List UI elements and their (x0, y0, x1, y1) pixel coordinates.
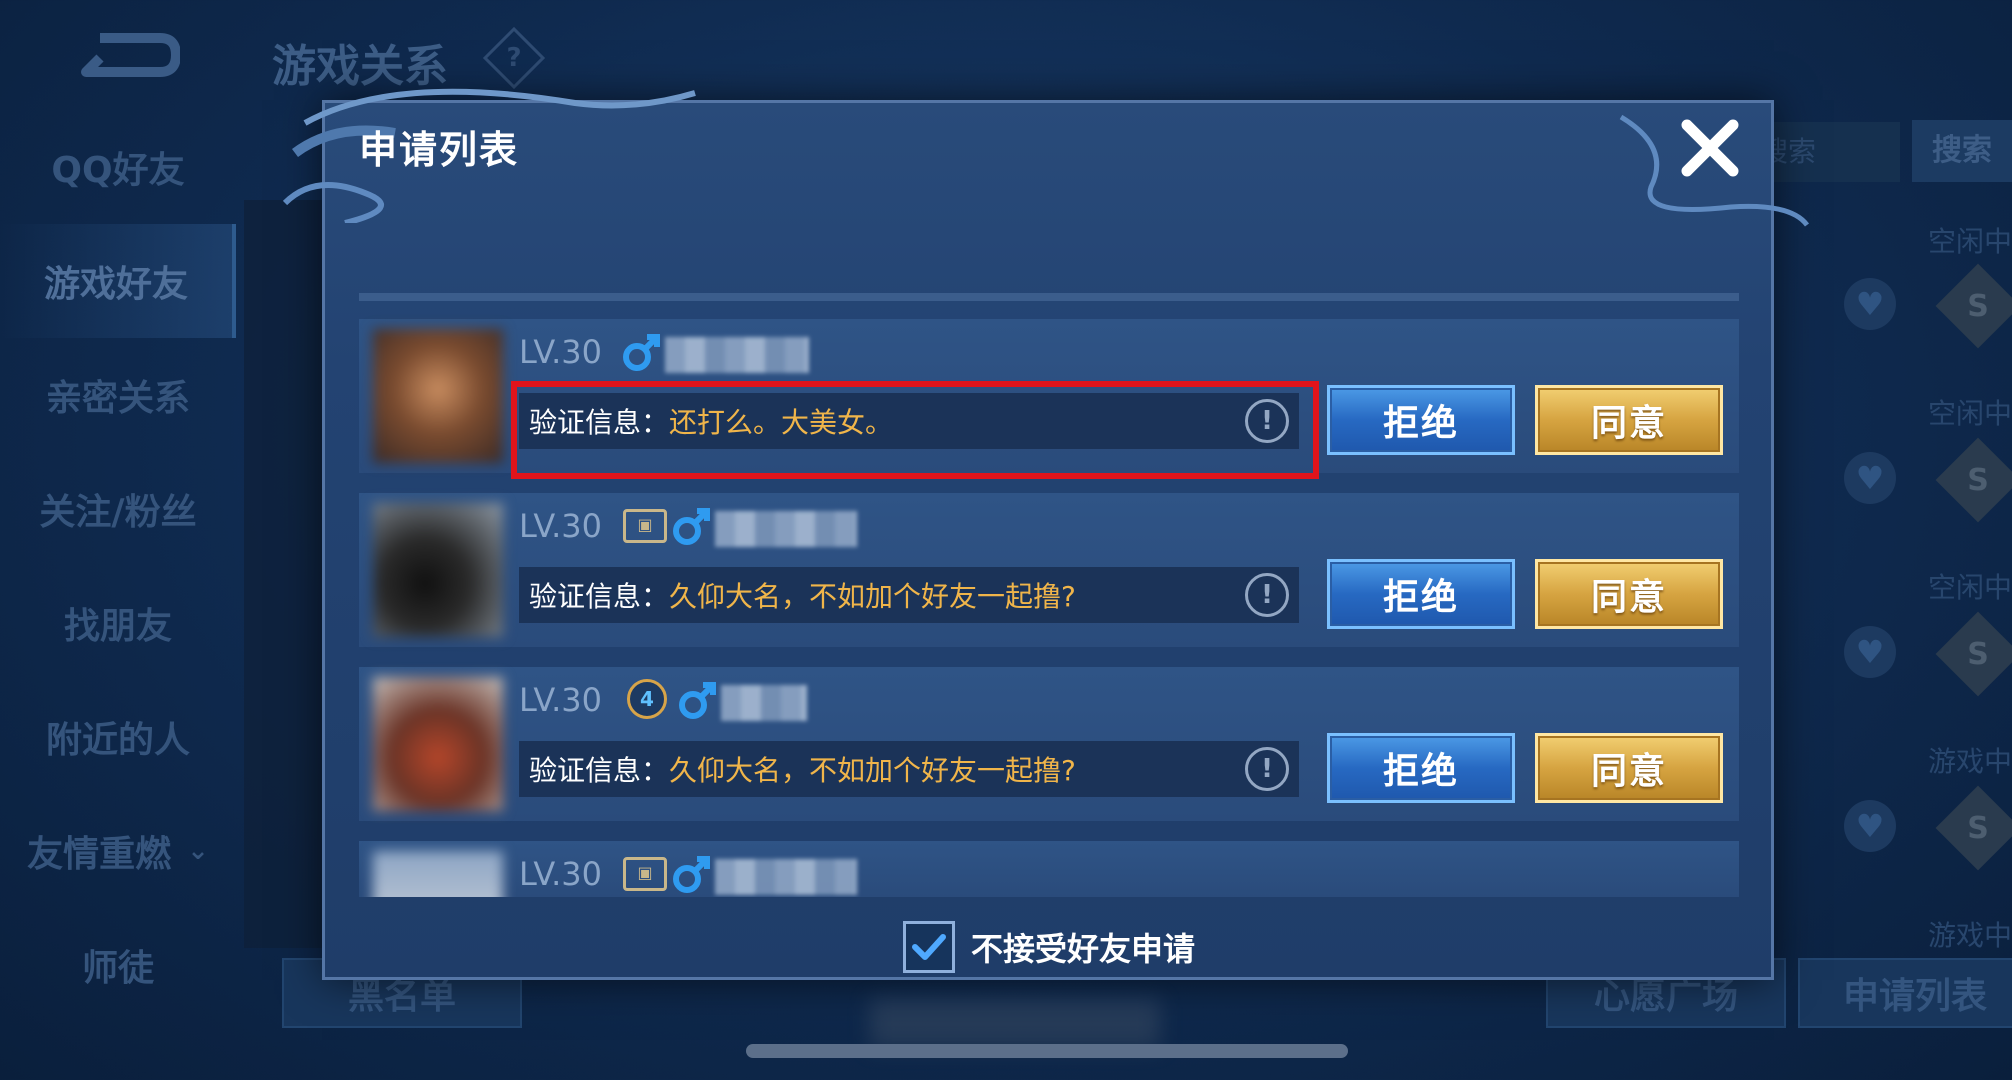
avatar[interactable] (373, 329, 503, 463)
avatar[interactable] (373, 677, 503, 811)
status-text: 游戏中 (1927, 919, 2012, 952)
search-button[interactable]: 搜索 (1912, 120, 2012, 182)
avatar[interactable] (373, 503, 503, 637)
rank-badge-icon: 4 (627, 679, 667, 719)
coin-icon[interactable]: S (1935, 437, 2012, 523)
sidebar-item-qq-friends[interactable]: QQ好友 (0, 110, 236, 224)
sidebar-item-game-friends[interactable]: 游戏好友 (0, 224, 236, 338)
heart-icon[interactable]: ♥ (1844, 452, 1896, 504)
coin-icon[interactable]: S (1935, 263, 2012, 349)
level-text: LV.30 (519, 507, 602, 545)
verification-message: 验证信息： 久仰大名，不如加个好友一起撸? ! (519, 567, 1299, 623)
message-text: 还打么。大美女。 (669, 406, 894, 439)
blurred-overlay (870, 1000, 1160, 1048)
chevron-down-icon: ⌄ (187, 836, 209, 866)
report-info-icon[interactable]: ! (1245, 747, 1289, 791)
reject-all-requests-checkbox[interactable]: 不接受好友申请 (903, 921, 1195, 973)
request-row: LV.30 ▣ (359, 841, 1739, 897)
sidebar-item-intimate[interactable]: 亲密关系 (0, 338, 236, 452)
male-gender-icon (621, 329, 661, 373)
home-indicator[interactable] (746, 1044, 1348, 1058)
level-text: LV.30 (519, 855, 602, 893)
player-name-blurred (715, 511, 857, 547)
player-name-blurred (715, 859, 857, 895)
heart-icon[interactable]: ♥ (1844, 800, 1896, 852)
checkmark-icon (912, 934, 946, 960)
request-row: LV.30 验证信息： 还打么。大美女。 ! 拒绝 同意 (359, 319, 1739, 479)
sidebar-item-rekindle[interactable]: 友情重燃 ⌄ (0, 794, 236, 908)
message-label: 验证信息： (529, 406, 670, 439)
accept-button[interactable]: 同意 (1535, 385, 1723, 455)
request-list-dialog: 申请列表 LV.30 验证信息： 还打么。大美女。 ! 拒绝 同意 LV.30 (282, 88, 1810, 980)
back-arrow-icon[interactable] (80, 28, 181, 82)
report-info-icon[interactable]: ! (1245, 399, 1289, 443)
verification-message: 验证信息： 还打么。大美女。 ! (519, 393, 1299, 449)
help-icon[interactable]: ? (482, 26, 546, 90)
sidebar-item-find-friends[interactable]: 找朋友 (0, 566, 236, 680)
message-text: 久仰大名，不如加个好友一起撸? (669, 754, 1076, 787)
player-name-blurred (721, 685, 807, 721)
male-gender-icon (677, 677, 717, 721)
sidebar-item-follow-fans[interactable]: 关注/粉丝 (0, 452, 236, 566)
status-text: 空闲中 (1927, 225, 2012, 258)
message-label: 验证信息： (529, 754, 670, 787)
report-info-icon[interactable]: ! (1245, 573, 1289, 617)
status-text: 游戏中 (1927, 745, 2012, 778)
request-row: LV.30 ▣ 验证信息： 久仰大名，不如加个好友一起撸? ! 拒绝 同意 (359, 493, 1739, 647)
verification-message: 验证信息： 久仰大名，不如加个好友一起撸? ! (519, 741, 1299, 797)
close-icon[interactable] (1679, 117, 1741, 179)
sidebar-item-nearby[interactable]: 附近的人 (0, 680, 236, 794)
request-list-tab-button[interactable]: 申请列表 (1798, 958, 2012, 1028)
level-text: LV.30 (519, 681, 602, 719)
sidebar-item-mentor[interactable]: 师徒 (0, 908, 236, 1022)
avatar[interactable] (373, 851, 503, 897)
checkbox-label: 不接受好友申请 (971, 930, 1196, 968)
heart-icon[interactable]: ♥ (1844, 278, 1896, 330)
reject-button[interactable]: 拒绝 (1327, 559, 1515, 629)
reject-button[interactable]: 拒绝 (1327, 385, 1515, 455)
reject-button[interactable]: 拒绝 (1327, 733, 1515, 803)
male-gender-icon (671, 503, 711, 547)
dialog-title: 申请列表 (359, 128, 520, 172)
player-name-blurred (665, 337, 809, 373)
page-title: 游戏关系 (272, 41, 448, 92)
message-label: 验证信息： (529, 580, 670, 613)
message-text: 久仰大名，不如加个好友一起撸? (669, 580, 1076, 613)
divider (359, 293, 1739, 301)
card-badge-icon: ▣ (623, 509, 667, 543)
request-list: LV.30 验证信息： 还打么。大美女。 ! 拒绝 同意 LV.30 ▣ 验证信… (359, 319, 1739, 897)
sidebar-nav: QQ好友 游戏好友 亲密关系 关注/粉丝 找朋友 附近的人 友情重燃 ⌄ 师徒 (0, 110, 236, 1022)
male-gender-icon (671, 851, 711, 895)
accept-button[interactable]: 同意 (1535, 733, 1723, 803)
card-badge-icon: ▣ (623, 857, 667, 891)
coin-icon[interactable]: S (1935, 611, 2012, 697)
heart-icon[interactable]: ♥ (1844, 626, 1896, 678)
checkbox[interactable] (903, 921, 955, 973)
accept-button[interactable]: 同意 (1535, 559, 1723, 629)
status-text: 空闲中 (1927, 397, 2012, 430)
status-text: 空闲中 (1927, 571, 2012, 604)
coin-icon[interactable]: S (1935, 785, 2012, 871)
level-text: LV.30 (519, 333, 602, 371)
request-row: LV.30 4 验证信息： 久仰大名，不如加个好友一起撸? ! 拒绝 同意 (359, 667, 1739, 821)
